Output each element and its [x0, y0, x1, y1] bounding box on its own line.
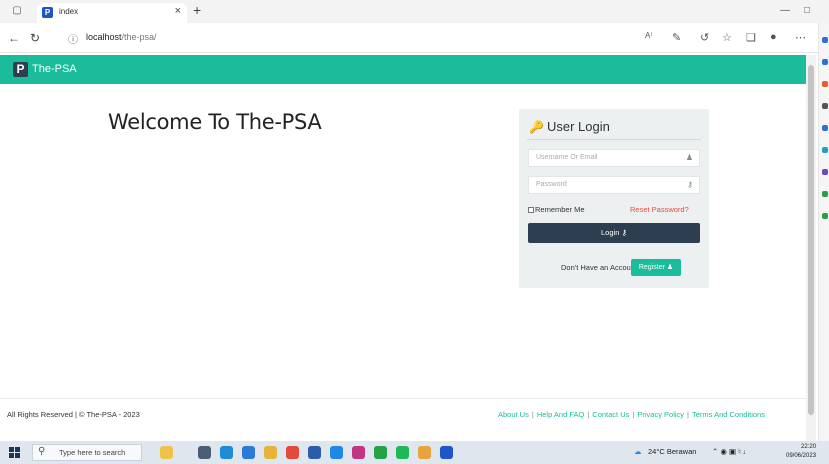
login-button[interactable]: Login ⚷ — [528, 223, 700, 243]
password-field[interactable]: Password ⚷ — [528, 176, 700, 194]
reset-password-link[interactable]: Reset Password? — [630, 205, 689, 214]
whatsapp-icon[interactable] — [374, 446, 387, 459]
spotify-icon[interactable] — [396, 446, 409, 459]
minimize-icon[interactable]: — — [778, 4, 792, 18]
tab-favicon: P — [42, 7, 53, 18]
collections-icon[interactable]: ❏ — [746, 31, 756, 44]
key-icon: 🔑 — [529, 120, 544, 134]
site-footer: All Rights Reserved | © The-PSA - 2023 A… — [0, 398, 806, 441]
remember-checkbox[interactable] — [528, 207, 534, 213]
no-account-text: Don't Have an Account? — [561, 263, 642, 272]
username-field[interactable]: Username Or Email ♟ — [528, 149, 700, 167]
footer-link-terms[interactable]: Terms And Conditions — [692, 410, 765, 419]
read-aloud-icon[interactable]: A⁾ — [645, 31, 652, 40]
taskbar-clock[interactable]: 22:20 09/06/2023 — [786, 443, 816, 461]
sidebar-app-icon[interactable] — [822, 37, 828, 43]
copyright-text: All Rights Reserved | © The-PSA - 2023 — [7, 410, 140, 419]
user-icon: ♟ — [666, 264, 674, 271]
sidebar-app-icon[interactable] — [822, 125, 828, 131]
chrome-icon[interactable] — [286, 446, 299, 459]
new-tab-icon[interactable]: + — [193, 2, 201, 18]
footer-link-contact[interactable]: Contact Us — [592, 410, 629, 419]
password-placeholder: Password — [536, 181, 567, 188]
windows-start-icon[interactable] — [9, 447, 20, 458]
brand-name[interactable]: The-PSA — [32, 63, 77, 75]
register-button[interactable]: Register ♟ — [631, 259, 681, 276]
file-explorer-icon[interactable] — [264, 446, 277, 459]
edge-icon[interactable] — [220, 446, 233, 459]
separator: | — [687, 410, 689, 419]
refresh-extension-icon[interactable]: ↺ — [700, 31, 709, 44]
user-icon: ♟ — [685, 153, 693, 162]
footer-link-about[interactable]: About Us — [498, 410, 529, 419]
extensions-icon[interactable]: ✎ — [672, 31, 681, 44]
sidebar-app-icon[interactable] — [822, 213, 828, 219]
browser-tab-strip: ▢ P index × + — □ — [0, 0, 829, 23]
separator: | — [632, 410, 635, 419]
divider — [527, 139, 701, 140]
site-info-icon[interactable]: ⓘ — [68, 31, 78, 46]
search-icon: ⚲ — [38, 446, 46, 457]
close-tab-icon[interactable]: × — [175, 5, 181, 17]
sidebar-app-icon[interactable] — [822, 191, 828, 197]
system-tray-icons[interactable]: ⌃ ◉ ▣ ♮ ♩ — [712, 447, 750, 456]
restore-icon[interactable]: □ — [800, 4, 814, 18]
username-placeholder: Username Or Email — [536, 154, 598, 161]
weather-icon: ☁ — [634, 447, 642, 456]
psa-app-icon[interactable] — [440, 446, 453, 459]
taskbar-search[interactable]: ⚲ Type here to search — [32, 444, 142, 461]
tab-actions-icon[interactable]: ▢ — [10, 4, 24, 18]
brand-logo[interactable]: P — [13, 62, 28, 77]
remember-me[interactable]: Remember Me — [528, 205, 585, 214]
word-icon[interactable] — [308, 446, 321, 459]
separator: | — [531, 410, 534, 419]
favorite-star-icon[interactable]: ☆ — [722, 31, 732, 44]
welcome-heading: Welcome To The-PSA — [108, 110, 322, 134]
app-icon[interactable] — [330, 446, 343, 459]
separator: | — [587, 410, 590, 419]
login-panel: 🔑 User Login Username Or Email ♟ Password… — [519, 109, 709, 288]
browser-sidebar — [818, 23, 829, 441]
sidebar-app-icon[interactable] — [822, 169, 828, 175]
windows-taskbar: ⚲ Type here to search ☁ 24°C Berawan ⌃ ◉… — [0, 441, 829, 464]
scrollbar-thumb[interactable] — [808, 65, 814, 415]
sidebar-app-icon[interactable] — [822, 59, 828, 65]
footer-links: About Us | Help And FAQ | Contact Us | Privacy… — [498, 410, 765, 419]
app-icon[interactable] — [352, 446, 365, 459]
widget-icon[interactable] — [160, 446, 173, 459]
login-title: 🔑 User Login — [529, 119, 610, 134]
tab-title: index — [59, 7, 79, 16]
app-icon[interactable] — [418, 446, 431, 459]
footer-link-help[interactable]: Help And FAQ — [537, 410, 585, 419]
refresh-icon[interactable]: ↻ — [30, 31, 40, 45]
weather-text[interactable]: 24°C Berawan — [648, 447, 696, 456]
sidebar-app-icon[interactable] — [822, 103, 828, 109]
more-menu-icon[interactable]: ⋯ — [795, 31, 806, 44]
back-icon[interactable]: ← — [8, 31, 20, 45]
search-placeholder: Type here to search — [59, 448, 126, 457]
footer-link-privacy[interactable]: Privacy Policy — [637, 410, 684, 419]
page-scrollbar[interactable] — [806, 55, 816, 441]
store-icon[interactable] — [242, 446, 255, 459]
sidebar-app-icon[interactable] — [822, 81, 828, 87]
browser-tab[interactable]: P index × — [37, 3, 187, 23]
url-text: localhost/the-psa/ — [86, 32, 157, 42]
key-icon: ⚷ — [687, 180, 693, 189]
site-navbar: P The-PSA — [0, 55, 806, 84]
sidebar-app-icon[interactable] — [822, 147, 828, 153]
address-bar-row: ← ↻ ⓘ localhost/the-psa/ A⁾ ✎ ↺ ☆ ❏ ● ⋯ — [0, 23, 829, 53]
profile-icon[interactable]: ● — [770, 31, 777, 43]
task-view-icon[interactable] — [198, 446, 211, 459]
key-icon: ⚷ — [621, 228, 627, 237]
